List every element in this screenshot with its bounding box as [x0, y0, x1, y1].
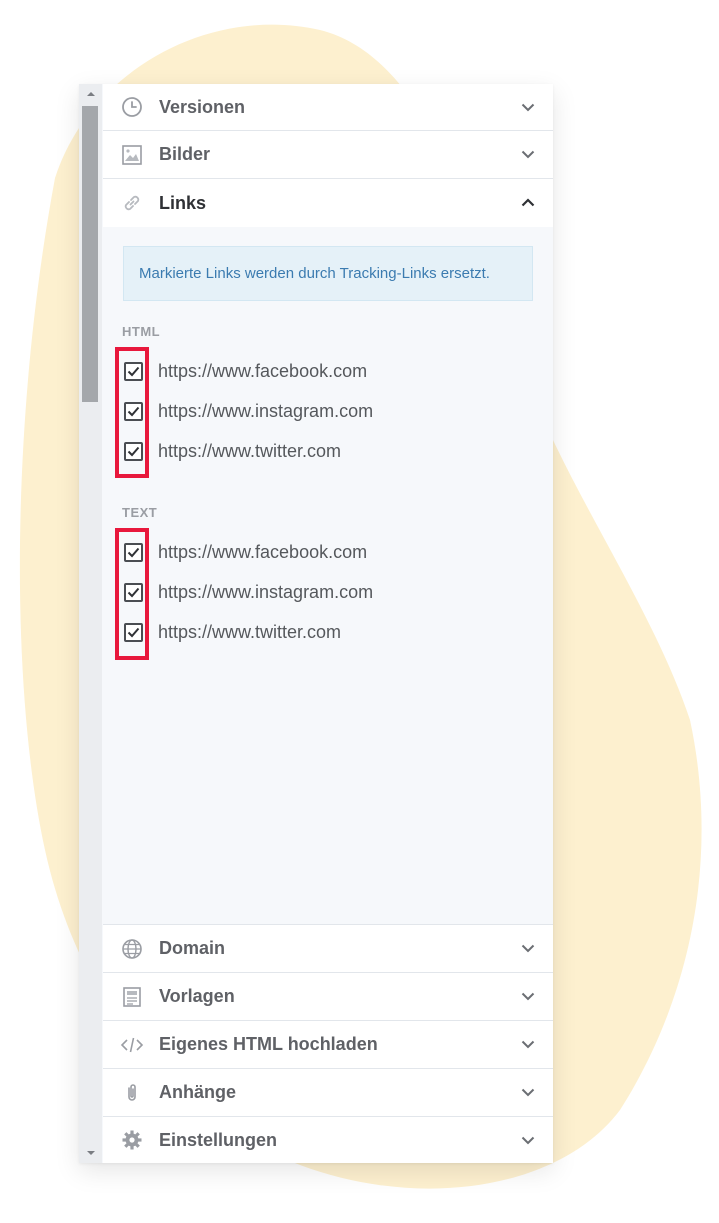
accordion-label: Einstellungen	[159, 1129, 278, 1150]
link-row[interactable]: https://www.twitter.com	[123, 436, 341, 466]
accordion-images[interactable]: Bilder	[103, 131, 553, 179]
globe-icon	[120, 937, 144, 961]
link-row[interactable]: https://www.instagram.com	[123, 396, 373, 426]
chevron-down-icon	[517, 1081, 539, 1103]
checkmark-icon	[127, 627, 140, 637]
checkmark-icon	[127, 587, 140, 597]
link-row[interactable]: https://www.facebook.com	[123, 356, 367, 386]
link-url: https://www.instagram.com	[158, 400, 374, 421]
accordion-links[interactable]: Links	[103, 179, 553, 227]
accordion-custom-html[interactable]: Eigenes HTML hochladen	[103, 1021, 553, 1069]
scrollbar[interactable]	[79, 84, 102, 1163]
tracking-info-box: Markierte Links werden durch Tracking-Li…	[123, 246, 533, 301]
checkmark-icon	[127, 366, 140, 376]
link-url: https://www.instagram.com	[158, 581, 374, 602]
checkmark-icon	[127, 406, 140, 416]
accordion-label: Eigenes HTML hochladen	[159, 1034, 378, 1054]
accordion-attachments[interactable]: Anhänge	[103, 1069, 553, 1117]
accordion-templates[interactable]: Vorlagen	[103, 973, 553, 1021]
accordion: Versionen Bilder Links Markierte Links w…	[103, 84, 553, 1163]
accordion-label: Domain	[159, 938, 226, 958]
image-icon	[120, 143, 144, 167]
link-url: https://www.facebook.com	[158, 541, 368, 562]
link-url: https://www.facebook.com	[158, 360, 368, 381]
chevron-down-icon	[517, 937, 539, 959]
scroll-up-arrow-icon[interactable]	[79, 86, 102, 102]
accordion-domain[interactable]: Domain	[103, 924, 553, 973]
link-row[interactable]: https://www.facebook.com	[123, 537, 367, 567]
accordion-label: Vorlagen	[159, 986, 235, 1006]
chevron-down-icon	[517, 985, 539, 1007]
checkmark-icon	[127, 446, 140, 456]
document-icon	[120, 985, 144, 1009]
gear-icon	[120, 1128, 144, 1152]
paperclip-icon	[120, 1081, 144, 1105]
scroll-thumb[interactable]	[82, 106, 98, 402]
section-label-text: TEXT	[122, 505, 158, 520]
sidebar-panel: Versionen Bilder Links Markierte Links w…	[79, 84, 553, 1163]
chevron-down-icon	[517, 143, 539, 165]
section-label-html: HTML	[122, 324, 161, 339]
accordion-label: Versionen	[159, 96, 246, 117]
link-url: https://www.twitter.com	[158, 440, 342, 461]
link-icon	[120, 191, 144, 215]
chevron-down-icon	[517, 1129, 539, 1151]
checkbox[interactable]	[124, 401, 143, 421]
checkbox[interactable]	[124, 361, 143, 381]
checkbox[interactable]	[124, 542, 143, 562]
accordion-label: Bilder	[159, 144, 211, 164]
clock-icon	[120, 95, 144, 119]
accordion-settings[interactable]: Einstellungen	[103, 1117, 553, 1163]
code-icon	[120, 1033, 144, 1057]
checkbox[interactable]	[124, 441, 143, 461]
accordion-label: Links	[159, 192, 207, 213]
link-row[interactable]: https://www.twitter.com	[123, 617, 341, 647]
chevron-down-icon	[517, 1033, 539, 1055]
accordion-versions[interactable]: Versionen	[103, 84, 553, 131]
chevron-down-icon	[517, 96, 539, 118]
link-row[interactable]: https://www.instagram.com	[123, 577, 373, 607]
chevron-up-icon	[517, 191, 539, 213]
checkmark-icon	[127, 547, 140, 557]
scroll-down-arrow-icon[interactable]	[79, 1145, 102, 1161]
checkbox[interactable]	[124, 582, 143, 602]
checkbox[interactable]	[124, 622, 143, 642]
accordion-label: Anhänge	[159, 1082, 237, 1102]
link-url: https://www.twitter.com	[158, 621, 342, 642]
